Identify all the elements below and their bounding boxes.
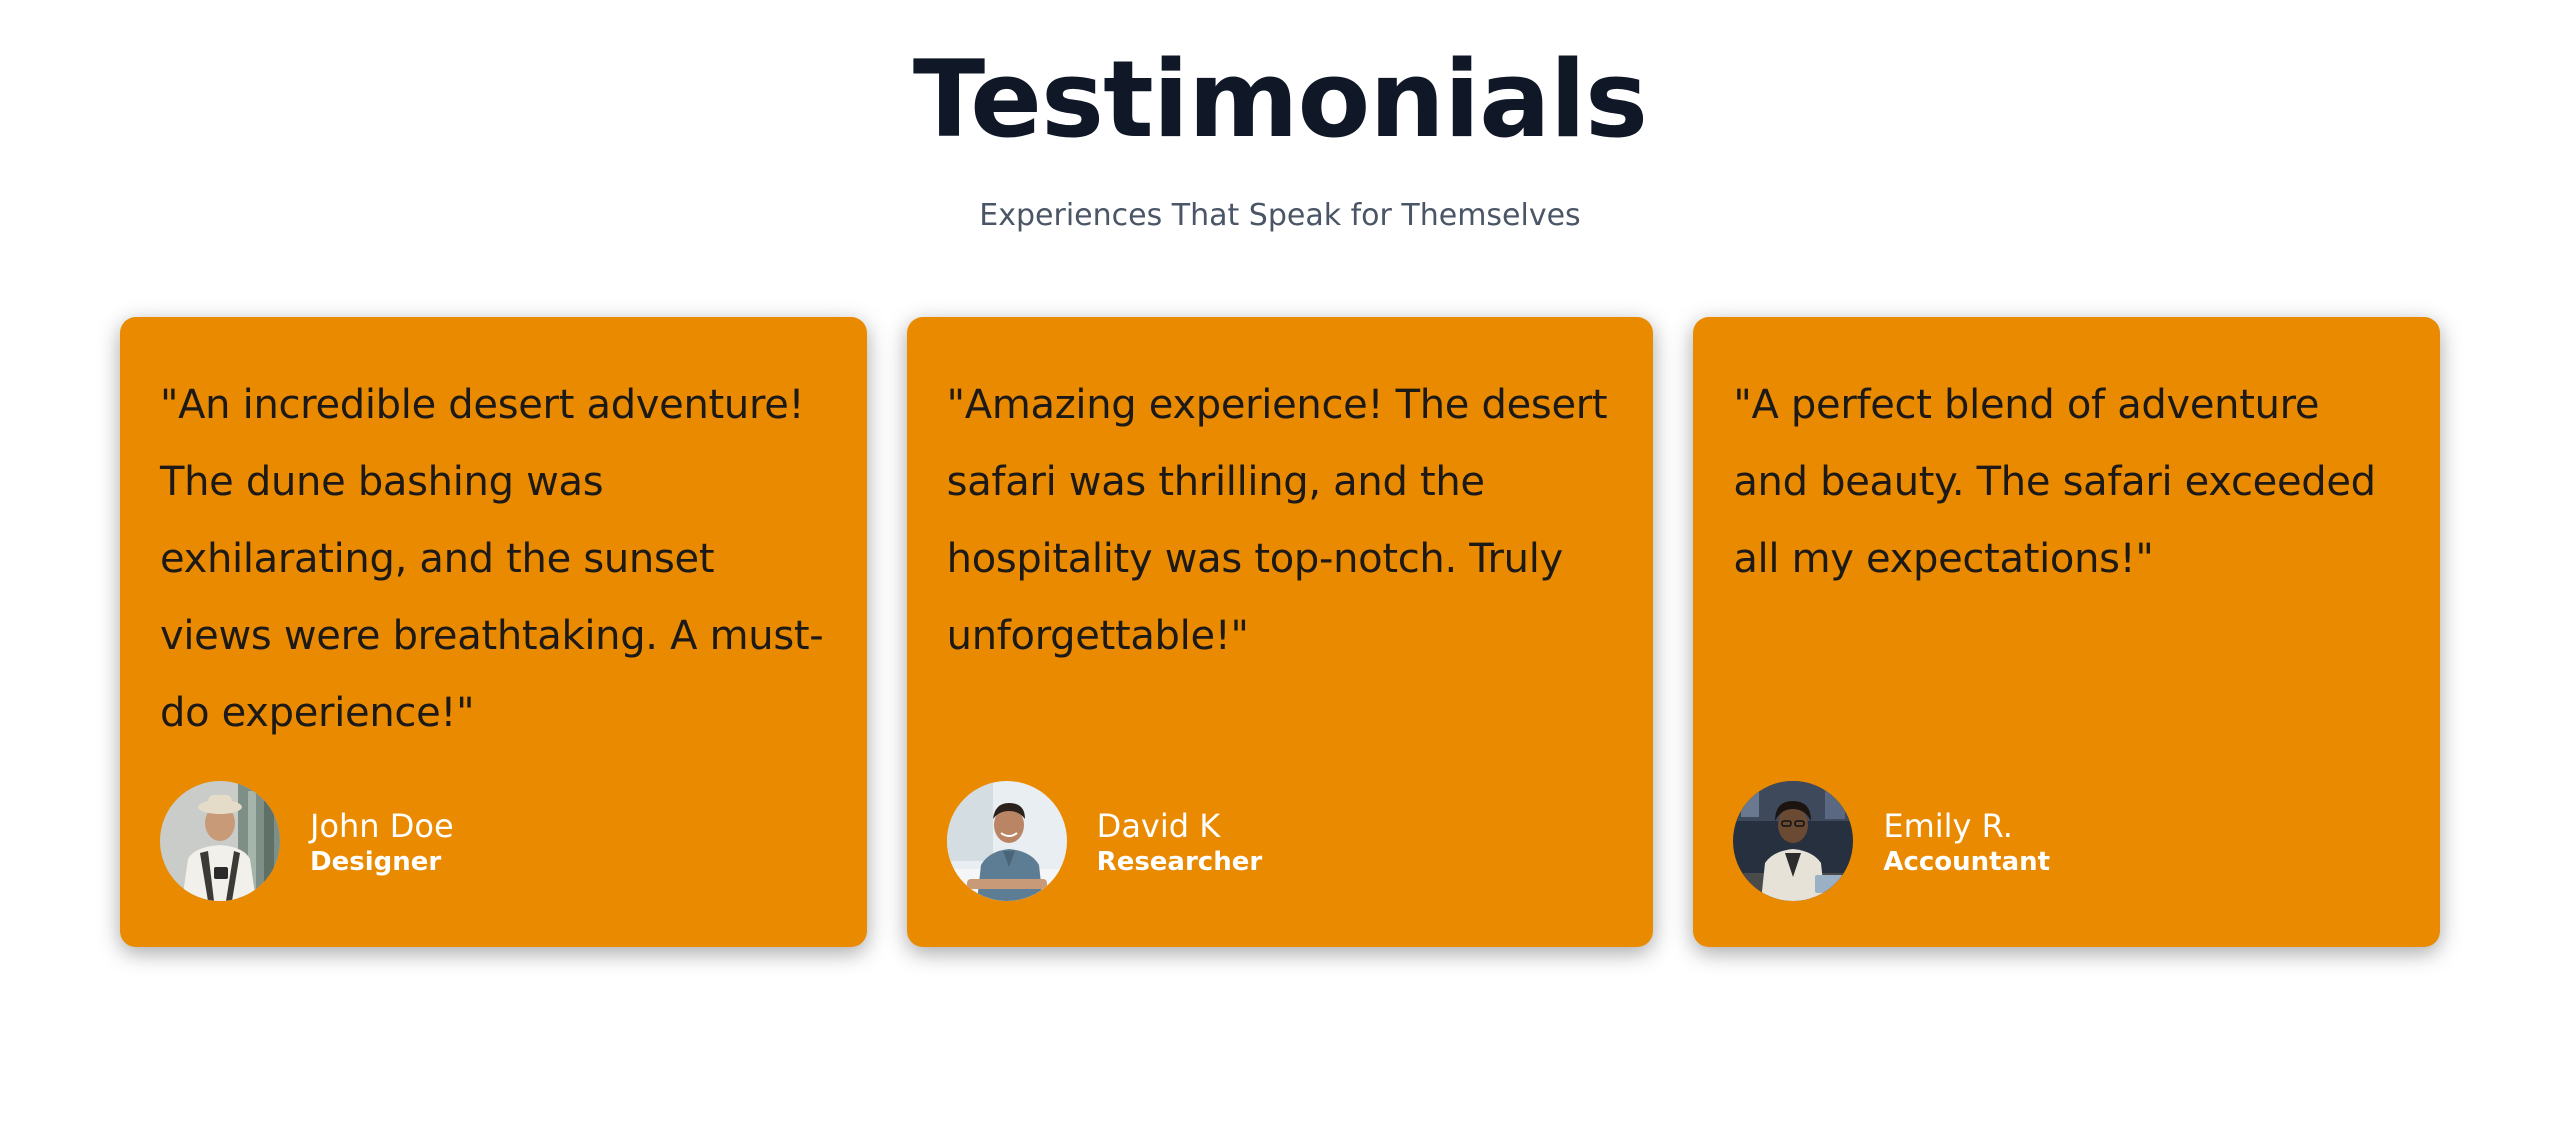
author-role: Accountant bbox=[1883, 847, 2051, 877]
testimonial-card: "Amazing experience! The desert safari w… bbox=[906, 317, 1654, 947]
avatar-photo-icon bbox=[1733, 781, 1854, 901]
testimonial-quote: "An incredible desert adventure! The dun… bbox=[160, 382, 824, 736]
testimonial-card: "An incredible desert adventure! The dun… bbox=[120, 317, 867, 947]
avatar bbox=[946, 781, 1067, 901]
page-title: Testimonials bbox=[912, 38, 1648, 161]
author-role: Designer bbox=[310, 847, 442, 877]
testimonial-author: Emily R. Accountant bbox=[1733, 781, 2050, 901]
author-name: John Doe bbox=[310, 807, 454, 845]
avatar-photo-icon bbox=[160, 781, 280, 901]
avatar bbox=[160, 781, 280, 901]
avatar-photo-icon bbox=[946, 781, 1067, 901]
testimonial-quote: "A perfect blend of adventure and beauty… bbox=[1733, 382, 2376, 582]
author-name: Emily R. bbox=[1883, 807, 2013, 845]
testimonial-card: "A perfect blend of adventure and beauty… bbox=[1693, 317, 2441, 947]
page-subtitle: Experiences That Speak for Themselves bbox=[979, 198, 1581, 233]
testimonial-author: John Doe Designer bbox=[160, 781, 454, 901]
testimonial-author: David K Researcher bbox=[946, 781, 1263, 901]
testimonial-quote: "Amazing experience! The desert safari w… bbox=[946, 382, 1608, 659]
author-name: David K bbox=[1096, 807, 1221, 845]
avatar bbox=[1733, 781, 1854, 901]
author-role: Researcher bbox=[1096, 847, 1263, 877]
testimonials-grid: "An incredible desert adventure! The dun… bbox=[120, 317, 2441, 947]
